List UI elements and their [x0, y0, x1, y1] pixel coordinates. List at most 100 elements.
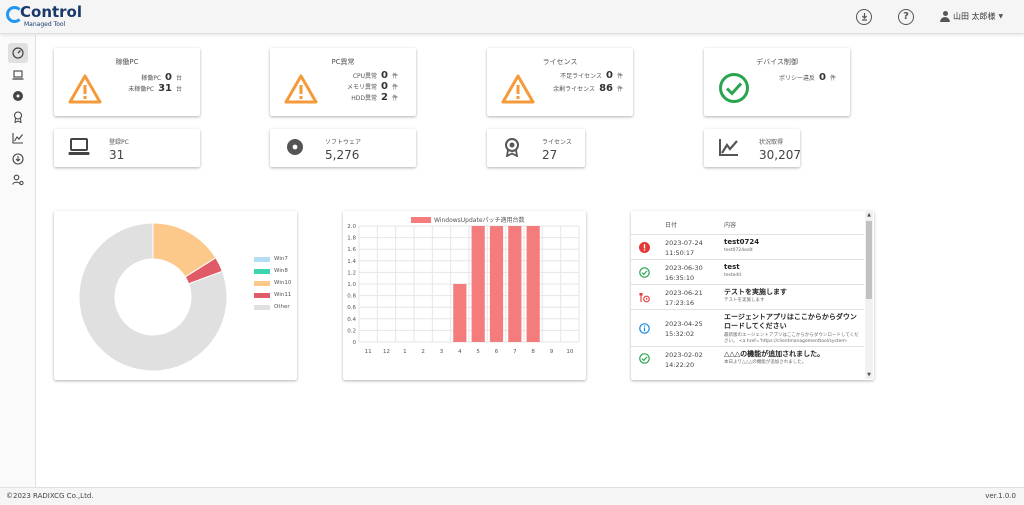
y-tick-label: 2.0	[347, 224, 356, 230]
notification-title: テストを実施します	[724, 288, 787, 296]
notification-row[interactable]: 2023-04-25 15:32:02 エージェントアプリはここからからダウンロ…	[631, 310, 864, 347]
stat-inactive-pc: 未稼働PC 31 台	[128, 83, 182, 94]
app-logo[interactable]: Control Managed Tool	[6, 3, 86, 30]
legend-item-win7[interactable]: Win7	[254, 253, 291, 265]
x-tick-label: 8	[531, 349, 535, 355]
mini-value: 30,207	[759, 148, 801, 162]
logo-subtitle: Managed Tool	[24, 21, 66, 28]
os-donut-chart	[78, 222, 228, 372]
card-status-collection[interactable]: 状況取得 30,207	[704, 129, 801, 167]
scroll-down-icon[interactable]: ▼	[865, 371, 873, 379]
version: ver.1.0.0	[985, 492, 1016, 500]
disc-icon	[13, 91, 23, 101]
notification-detail: 本日より△△△の機能が追加されました。	[724, 360, 807, 365]
app-header: Control Managed Tool ? 山田 太郎様 ▼	[0, 0, 1024, 34]
info-icon	[639, 323, 650, 334]
stat-memory-error: メモリ異常 0 件	[347, 81, 398, 92]
check-circle-icon	[639, 267, 650, 278]
x-tick-label: 4	[458, 349, 462, 355]
mini-label: ソフトウェア	[325, 139, 362, 146]
license-badge-icon	[505, 138, 519, 157]
sidebar	[0, 35, 36, 487]
sidebar-item-dashboard[interactable]	[8, 43, 28, 63]
sidebar-item-license[interactable]	[8, 107, 28, 127]
notification-row[interactable]: 2023-02-02 14:22:20 △△△の機能が追加されました。 本日より…	[631, 347, 864, 380]
stat-policy-violation: ポリシー違反 0 件	[779, 72, 836, 83]
download-icon[interactable]	[856, 9, 872, 25]
disc-icon	[287, 139, 303, 155]
notification-scrollbar[interactable]: ▲ ▼	[865, 211, 873, 379]
notification-card: 日付 内容 2023-07-24 11:50:17 test0724 test0…	[631, 211, 874, 380]
card-active-pc[interactable]: 稼働PC 稼働PC 0 台 未稼働PC 31 台	[54, 48, 200, 116]
x-tick-label: 9	[550, 349, 554, 355]
card-license-count[interactable]: ライセンス 27	[487, 129, 585, 167]
copyright: ©2023 RADIXCG Co.,Ltd.	[6, 492, 94, 500]
stat-license-shortage: 不足ライセンス 0 件	[560, 70, 623, 81]
sidebar-item-software[interactable]	[8, 86, 28, 106]
card-software[interactable]: ソフトウェア 5,276	[270, 129, 416, 167]
y-tick-label: 1.6	[347, 247, 356, 253]
os-donut-card: Win7 Win8 Win10 Win11 Other	[54, 211, 297, 380]
sidebar-item-user-settings[interactable]	[8, 170, 28, 190]
x-tick-label: 7	[513, 349, 517, 355]
mini-value: 27	[542, 148, 558, 162]
card-pc-error[interactable]: PC異常 CPU異常 0 件 メモリ異常 0 件 HDD異常 2 件	[270, 48, 416, 116]
license-badge-icon	[13, 111, 23, 123]
notification-detail: testedit	[724, 273, 742, 278]
speedometer-icon	[12, 47, 24, 59]
notification-row[interactable]: 2023-06-21 17:23:16 テストを実施します テストを実施します	[631, 285, 864, 310]
stat-license-surplus: 余剰ライセンス 86 件	[553, 83, 623, 94]
y-tick-label: 0.6	[347, 305, 356, 311]
notification-header: 日付 内容	[631, 211, 864, 235]
notification-row[interactable]: 2023-07-24 11:50:17 test0724 test0724edi…	[631, 235, 864, 260]
legend-item-win10[interactable]: Win10	[254, 277, 291, 289]
y-tick-label: 0	[353, 340, 357, 346]
mini-value: 5,276	[325, 148, 360, 162]
notification-date: 2023-06-30 16:35:10	[665, 264, 703, 282]
scroll-up-icon[interactable]: ▲	[865, 211, 873, 219]
header-content: 内容	[724, 222, 737, 229]
notification-detail: 最新版のエージェントアプリはここからからダウンロードしてください。 <a hre…	[724, 333, 859, 344]
patch-bar-card: WindowsUpdateパッチ適用台数 0 0.2 0.4 0.6 0.8 1.0 1.2…	[343, 211, 586, 380]
legend-item-other[interactable]: Other	[254, 301, 291, 313]
user-icon	[940, 11, 950, 22]
legend-item-win11[interactable]: Win11	[254, 289, 291, 301]
card-device-control[interactable]: デバイス制御 ポリシー違反 0 件	[704, 48, 850, 116]
sidebar-item-pc[interactable]	[8, 65, 28, 85]
line-chart-icon	[12, 133, 23, 144]
y-tick-label: 1.8	[347, 236, 356, 242]
legend-item-win8[interactable]: Win8	[254, 265, 291, 277]
line-chart-icon	[719, 139, 738, 156]
x-tick-label: 12	[383, 349, 390, 355]
y-tick-label: 0.4	[347, 317, 356, 323]
stat-active-pc: 稼働PC 0 台	[141, 72, 182, 83]
notification-date: 2023-07-24 11:50:17	[665, 239, 703, 257]
card-title: ライセンス	[542, 58, 578, 66]
sidebar-item-update[interactable]	[8, 149, 28, 169]
card-registered-pc[interactable]: 登録PC 31	[54, 129, 200, 167]
card-license[interactable]: ライセンス 不足ライセンス 0 件 余剰ライセンス 86 件	[487, 48, 633, 116]
notification-detail: test0724edit	[724, 248, 753, 253]
y-tick-label: 0.8	[347, 294, 356, 300]
scroll-thumb[interactable]	[866, 221, 872, 299]
user-gear-icon	[12, 174, 24, 186]
bar-8	[526, 226, 540, 342]
x-tick-label: 5	[476, 349, 480, 355]
maintenance-icon	[639, 293, 650, 303]
bar-6	[489, 226, 504, 342]
y-tick-label: 1.4	[347, 259, 356, 265]
user-menu[interactable]: 山田 太郎様 ▼	[940, 11, 1003, 22]
notification-row[interactable]: 2023-06-30 16:35:10 test testedit	[631, 260, 864, 285]
notification-date: 2023-04-25 15:32:02	[665, 320, 703, 338]
notification-date: 2023-02-02 14:22:20	[665, 351, 703, 369]
y-tick-label: 1.0	[347, 282, 356, 288]
card-title: 稼働PC	[115, 58, 139, 66]
sidebar-item-status[interactable]	[8, 128, 28, 148]
notification-title: test0724	[724, 238, 760, 246]
help-icon[interactable]: ?	[898, 9, 914, 25]
warning-icon	[68, 74, 102, 104]
x-tick-label: 2	[421, 349, 425, 355]
stat-cpu-error: CPU異常 0 件	[352, 70, 398, 81]
y-tick-label: 1.2	[347, 270, 356, 276]
download-circle-icon	[12, 153, 24, 165]
